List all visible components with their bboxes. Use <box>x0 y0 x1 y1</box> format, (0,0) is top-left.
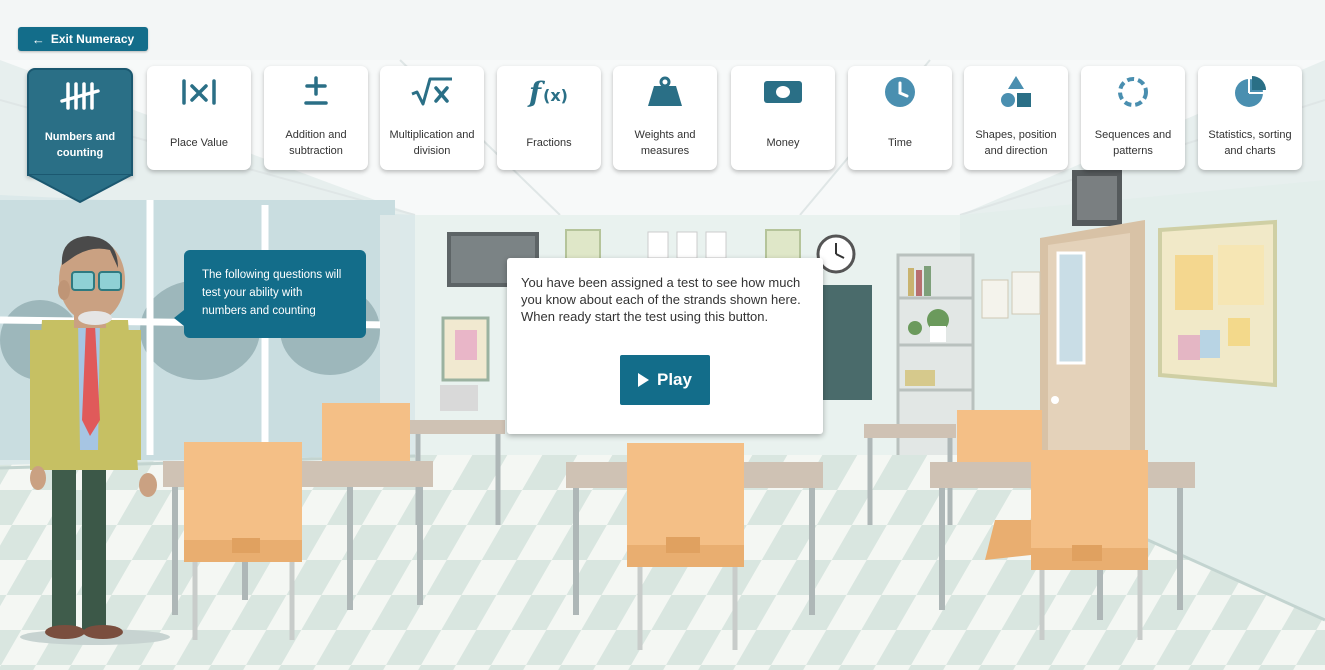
pie-chart-icon <box>1233 66 1267 118</box>
plus-minus-icon <box>296 66 336 118</box>
strand-label: Sequences and patterns <box>1094 129 1172 157</box>
strand-label: Fractions <box>526 137 572 150</box>
strand-label: Shapes, position and direction <box>975 129 1057 157</box>
clock-icon <box>883 66 917 118</box>
strand-tab-numbers-and-counting[interactable]: Numbers and counting <box>27 68 133 176</box>
strand-tab-addition-and-subtraction[interactable]: Addition and subtraction <box>264 66 368 170</box>
strand-tab-sequences-and-patterns[interactable]: Sequences and patterns <box>1081 66 1185 170</box>
strand-tab-time[interactable]: Time <box>848 66 952 170</box>
strand-tab-weights-and-measures[interactable]: Weights and measures <box>613 66 717 170</box>
strand-tab-money[interactable]: Money <box>731 66 835 170</box>
banknote-icon <box>763 66 803 118</box>
strand-tab-place-value[interactable]: Place Value <box>147 66 251 170</box>
strand-tab-fractions[interactable]: f (x) Fractions <box>497 66 601 170</box>
square-root-icon <box>410 66 454 118</box>
strand-label: Time <box>887 137 913 150</box>
strand-tab-statistics-sorting-charts[interactable]: Statistics, sorting and charts <box>1198 66 1302 170</box>
strand-label: Weights and measures <box>634 129 696 157</box>
function-icon: f (x) <box>526 66 572 118</box>
strand-label: Statistics, sorting and charts <box>1208 129 1292 157</box>
exit-numeracy-button[interactable]: ← Exit Numeracy <box>18 27 148 51</box>
exit-numeracy-label: Exit Numeracy <box>50 32 135 46</box>
dotted-circle-icon <box>1116 66 1150 118</box>
test-assignment-dialog: You have been assigned a test to see how… <box>507 258 823 434</box>
play-icon <box>638 373 649 387</box>
numeracy-test-screen: ← Exit Numeracy Numbers and counting Pla… <box>0 0 1325 670</box>
place-value-icon <box>179 66 219 118</box>
dialog-message: You have been assigned a test to see how… <box>521 275 801 325</box>
strand-label: Money <box>766 137 800 150</box>
active-tab-pointer <box>27 174 133 204</box>
strand-label: Multiplication and division <box>389 129 475 157</box>
play-button[interactable]: Play <box>620 355 710 405</box>
shapes-icon <box>998 66 1034 118</box>
strand-label: Numbers and counting <box>44 131 116 159</box>
tutor-speech-bubble: The following questions will test your a… <box>174 250 366 338</box>
strand-tab-shapes-position-direction[interactable]: Shapes, position and direction <box>964 66 1068 170</box>
play-label: Play <box>657 370 692 389</box>
strand-label: Place Value <box>170 137 228 150</box>
svg-text:(x): (x) <box>543 86 568 105</box>
arrow-left-icon: ← <box>31 31 45 47</box>
strand-label: Addition and subtraction <box>285 129 347 157</box>
strand-tab-multiplication-and-division[interactable]: Multiplication and division <box>380 66 484 170</box>
tally-marks-icon <box>60 70 100 122</box>
weight-icon <box>645 66 685 118</box>
